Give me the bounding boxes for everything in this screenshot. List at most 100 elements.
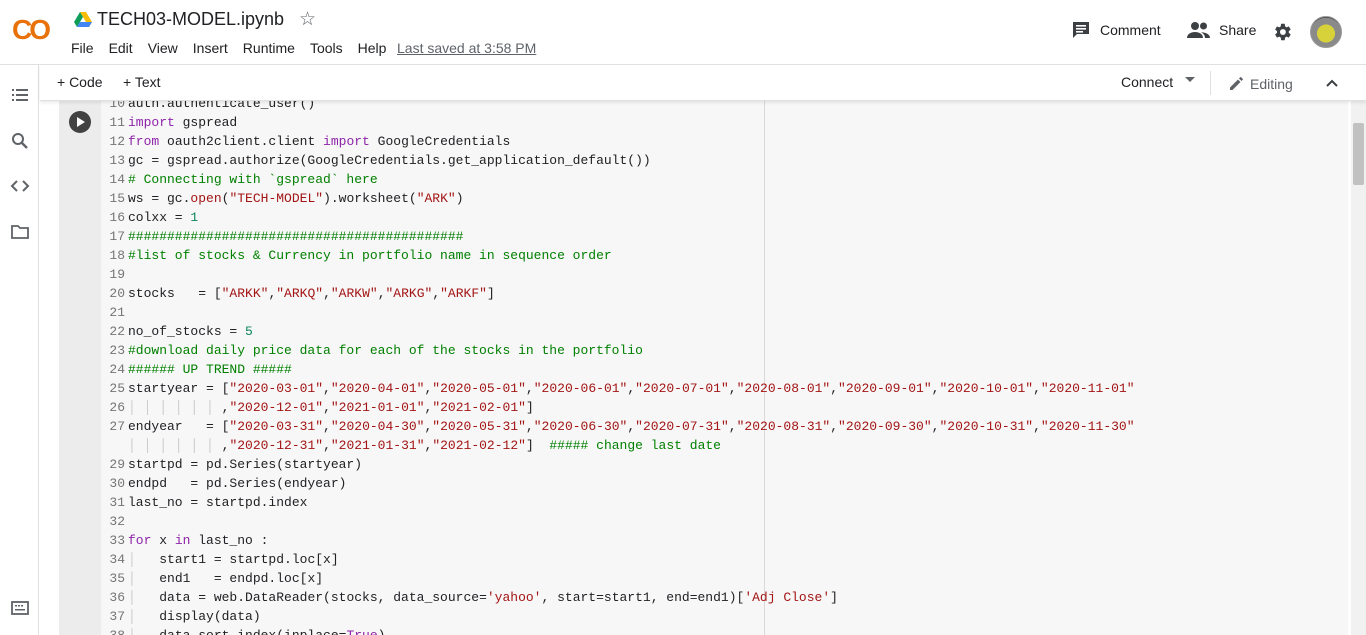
code-text: startyear = ["2020-03-01","2020-04-01","…: [128, 381, 1135, 396]
line-number: 15: [109, 191, 125, 206]
run-cell-button[interactable]: [69, 111, 91, 133]
line-number: 18: [109, 248, 125, 263]
folder-icon[interactable]: [10, 222, 30, 242]
code-line[interactable]: 32: [101, 512, 1348, 531]
code-line[interactable]: 16 colxx = 1: [101, 208, 1348, 227]
table-of-contents-icon[interactable]: [10, 85, 30, 105]
code-line[interactable]: 27 endyear = ["2020-03-31","2020-04-30","…: [101, 417, 1348, 436]
code-line[interactable]: 36 │ data = web.DataReader(stocks, data_s…: [101, 588, 1348, 607]
code-text: endpd = pd.Series(endyear): [128, 476, 347, 491]
code-text: for x in last_no :: [128, 533, 269, 548]
code-text: #download daily price data for each of t…: [128, 343, 643, 358]
pencil-icon: [1230, 77, 1243, 90]
line-number: 29: [109, 457, 125, 472]
code-line[interactable]: 34 │ start1 = startpd.loc[x]: [101, 550, 1348, 569]
star-icon[interactable]: ☆: [299, 8, 316, 31]
line-number: 37: [109, 609, 125, 624]
code-line[interactable]: 17 ######################################…: [101, 227, 1348, 246]
menu-file[interactable]: File: [71, 40, 94, 56]
menu-insert[interactable]: Insert: [193, 40, 228, 56]
code-line[interactable]: 31 last_no = startpd.index: [101, 493, 1348, 512]
code-line[interactable]: 20 stocks = ["ARKK","ARKQ","ARKW","ARKG",…: [101, 284, 1348, 303]
line-number: 19: [109, 267, 125, 282]
line-number: 21: [109, 305, 125, 320]
line-number: 24: [109, 362, 125, 377]
code-line[interactable]: 13 gc = gspread.authorize(GoogleCredentia…: [101, 151, 1348, 170]
comment-label: Comment: [1100, 22, 1161, 38]
left-sidebar: [0, 65, 39, 635]
line-number: 35: [109, 571, 125, 586]
code-text: #list of stocks & Currency in portfolio …: [128, 248, 612, 263]
search-icon[interactable]: [10, 131, 30, 151]
code-line[interactable]: 18 #list of stocks & Currency in portfoli…: [101, 246, 1348, 265]
terminal-icon[interactable]: [10, 598, 30, 618]
code-line[interactable]: 19: [101, 265, 1348, 284]
code-snippets-icon[interactable]: [10, 176, 30, 196]
comment-button[interactable]: Comment: [1071, 20, 1161, 40]
code-line[interactable]: 29 startpd = pd.Series(startyear): [101, 455, 1348, 474]
code-cell[interactable]: 10 auth.authenticate_user() 11 import gspre…: [59, 101, 1348, 635]
line-number: 22: [109, 324, 125, 339]
last-saved-link[interactable]: Last saved at 3:58 PM: [397, 40, 536, 56]
menu-view[interactable]: View: [148, 40, 178, 56]
code-text: no_of_stocks = 5: [128, 324, 253, 339]
menu-edit[interactable]: Edit: [109, 40, 133, 56]
line-number: 16: [109, 210, 125, 225]
editing-mode-button[interactable]: Editing: [1228, 74, 1293, 92]
code-line[interactable]: │ │ │ │ │ │ ,"2020-12-31","2021-01-31","…: [101, 436, 1348, 455]
code-line[interactable]: 15 ws = gc.open("TECH-MODEL").worksheet("…: [101, 189, 1348, 208]
code-line[interactable]: 30 endpd = pd.Series(endyear): [101, 474, 1348, 493]
code-line[interactable]: 25 startyear = ["2020-03-01","2020-04-01"…: [101, 379, 1348, 398]
code-line[interactable]: 35 │ end1 = endpd.loc[x]: [101, 569, 1348, 588]
code-text: auth.authenticate_user(): [128, 101, 316, 111]
line-number: 31: [109, 495, 125, 510]
code-text: import gspread: [128, 115, 238, 130]
code-line[interactable]: 26 │ │ │ │ │ │ ,"2020-12-01","2021-01-01"…: [101, 398, 1348, 417]
line-number: 12: [109, 134, 125, 149]
line-number: 33: [109, 533, 125, 548]
code-line[interactable]: 11 import gspread: [101, 113, 1348, 132]
code-line[interactable]: 21: [101, 303, 1348, 322]
menu-help[interactable]: Help: [358, 40, 387, 56]
connect-button[interactable]: Connect: [1121, 74, 1173, 90]
code-text: stocks = ["ARKK","ARKQ","ARKW","ARKG","A…: [128, 286, 495, 301]
add-text-button[interactable]: + Text: [123, 74, 161, 90]
code-text: from oauth2client.client import GoogleCr…: [128, 134, 511, 149]
code-text: endyear = ["2020-03-31","2020-04-30","20…: [128, 419, 1135, 434]
chevron-up-icon[interactable]: [1322, 73, 1342, 93]
code-text: gc = gspread.authorize(GoogleCredentials…: [128, 153, 651, 168]
code-line[interactable]: 33 for x in last_no :: [101, 531, 1348, 550]
code-line[interactable]: 37 │ display(data): [101, 607, 1348, 626]
line-number: 17: [109, 229, 125, 244]
code-editor[interactable]: 10 auth.authenticate_user() 11 import gspre…: [101, 101, 1348, 635]
colab-logo[interactable]: CO: [12, 15, 58, 45]
code-line[interactable]: 23 #download daily price data for each of…: [101, 341, 1348, 360]
line-number: 30: [109, 476, 125, 491]
code-line[interactable]: 22 no_of_stocks = 5: [101, 322, 1348, 341]
line-number: 25: [109, 381, 125, 396]
settings-gear-icon[interactable]: [1271, 21, 1293, 43]
code-text: │ data.sort_index(inplace=True): [128, 626, 385, 635]
code-line[interactable]: 38│ data.sort_index(inplace=True): [101, 626, 1348, 635]
code-line[interactable]: 12 from oauth2client.client import Google…: [101, 132, 1348, 151]
menu-tools[interactable]: Tools: [310, 40, 343, 56]
account-avatar[interactable]: [1310, 16, 1342, 48]
code-line[interactable]: 24 ###### UP TREND #####: [101, 360, 1348, 379]
vertical-scrollbar[interactable]: [1351, 101, 1366, 635]
code-text: │ │ │ │ │ │ ,"2020-12-01","2021-01-01","…: [128, 400, 534, 415]
menu-bar: File Edit View Insert Runtime Tools Help: [71, 40, 401, 56]
share-button[interactable]: Share: [1187, 20, 1256, 40]
line-number: [101, 436, 128, 455]
chevron-down-icon[interactable]: [1185, 77, 1195, 82]
header: CO TECH03-MODEL.ipynb ☆ File Edit View I…: [0, 0, 1366, 65]
menu-runtime[interactable]: Runtime: [243, 40, 295, 56]
notebook-title[interactable]: TECH03-MODEL.ipynb: [97, 9, 284, 30]
code-line[interactable]: 10 auth.authenticate_user(): [101, 101, 1348, 113]
code-text: │ display(data): [128, 609, 261, 624]
code-text: │ data = web.DataReader(stocks, data_sou…: [128, 590, 838, 605]
scrollbar-thumb[interactable]: [1353, 123, 1364, 185]
add-code-button[interactable]: + Code: [57, 74, 103, 90]
code-line[interactable]: 14 # Connecting with `gspread` here: [101, 170, 1348, 189]
code-text: # Connecting with `gspread` here: [128, 172, 378, 187]
line-number: 27: [109, 419, 125, 434]
